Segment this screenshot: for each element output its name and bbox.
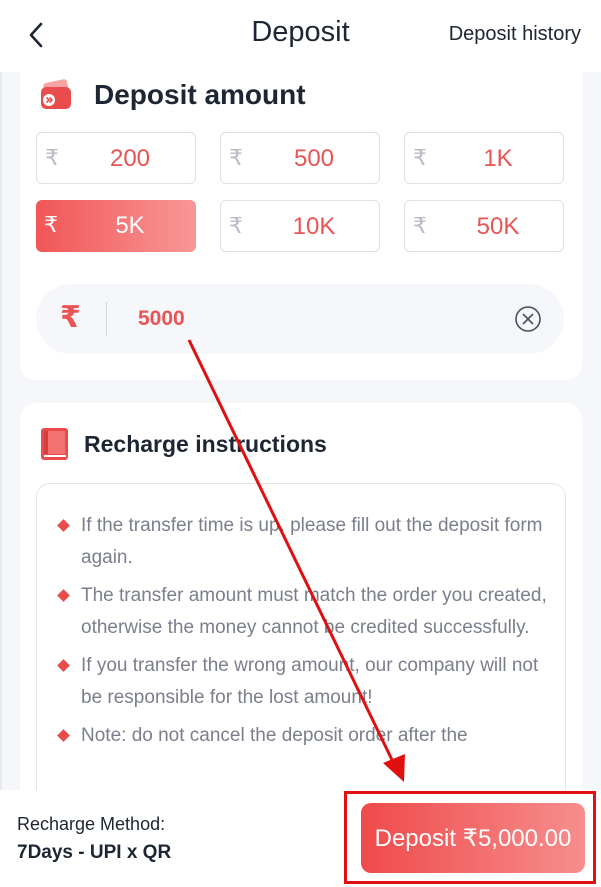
rupee-icon: ₹ [413, 213, 427, 238]
deposit-history-link[interactable]: Deposit history [449, 23, 581, 46]
wallet-icon [41, 79, 71, 109]
chevron-left-icon [29, 22, 43, 48]
chip-label: 1K [483, 145, 513, 172]
book-icon [41, 428, 68, 460]
amount-input[interactable] [138, 302, 498, 336]
back-button[interactable] [22, 20, 50, 50]
rupee-icon: ₹ [413, 145, 427, 170]
diamond-bullet-icon [57, 729, 70, 742]
deposit-amount-title: Deposit amount [94, 79, 306, 110]
rupee-icon: ₹ [229, 213, 243, 238]
instructions-box: If the transfer time is up, please fill … [36, 483, 566, 823]
clear-circle-icon[interactable] [514, 305, 542, 333]
left-gutter [0, 72, 2, 792]
rupee-icon: ₹ [229, 145, 243, 170]
instruction-text: Note: do not cancel the deposit order af… [81, 725, 468, 746]
bottom-bar: Recharge Method: 7Days - UPI x QR Deposi… [0, 790, 601, 887]
rupee-icon: ₹ [60, 301, 81, 334]
amount-chip-10k[interactable]: ₹ 10K [220, 200, 380, 252]
amount-chip-1k[interactable]: ₹ 1K [404, 132, 564, 184]
rupee-icon: ₹ [45, 145, 59, 170]
deposit-button[interactable]: Deposit ₹5,000.00 [361, 803, 585, 873]
instruction-item: Note: do not cancel the deposit order af… [57, 720, 549, 752]
instructions-list: If the transfer time is up, please fill … [57, 510, 549, 758]
input-divider [106, 302, 107, 336]
recharge-instructions-card: Recharge instructions If the transfer ti… [20, 403, 582, 823]
instruction-item: The transfer amount must match the order… [57, 580, 549, 644]
instruction-item: If the transfer time is up, please fill … [57, 510, 549, 574]
chip-label: 5K [115, 212, 145, 239]
instructions-title: Recharge instructions [84, 430, 327, 457]
amount-chip-5k[interactable]: ₹ 5K [36, 200, 196, 252]
instruction-text: The transfer amount must match the order… [81, 585, 547, 638]
instruction-text: If the transfer time is up, please fill … [81, 515, 543, 568]
chip-label: 10K [292, 213, 336, 240]
chip-label: 200 [109, 145, 151, 172]
deposit-amount-card: Deposit amount ₹ 200 ₹ 500 ₹ 1K ₹ 5K ₹ 1… [20, 72, 582, 380]
chip-label: 50K [476, 213, 520, 240]
amount-chip-200[interactable]: ₹ 200 [36, 132, 196, 184]
diamond-bullet-icon [57, 519, 70, 532]
amount-chip-50k[interactable]: ₹ 50K [404, 200, 564, 252]
diamond-bullet-icon [57, 589, 70, 602]
instruction-text: If you transfer the wrong amount, our co… [81, 655, 539, 708]
rupee-icon: ₹ [44, 212, 58, 237]
recharge-method-value: 7Days - UPI x QR [17, 842, 172, 863]
recharge-method-label: Recharge Method: [17, 814, 166, 834]
amount-chip-500[interactable]: ₹ 500 [220, 132, 380, 184]
deposit-amount-header: Deposit amount [38, 77, 306, 113]
chip-label: 500 [293, 145, 335, 172]
top-bar: Deposit Deposit history [0, 0, 601, 72]
instruction-item: If you transfer the wrong amount, our co… [57, 650, 549, 714]
diamond-bullet-icon [57, 659, 70, 672]
instructions-header: Recharge instructions [40, 427, 327, 461]
amount-input-field: ₹ [36, 284, 564, 354]
